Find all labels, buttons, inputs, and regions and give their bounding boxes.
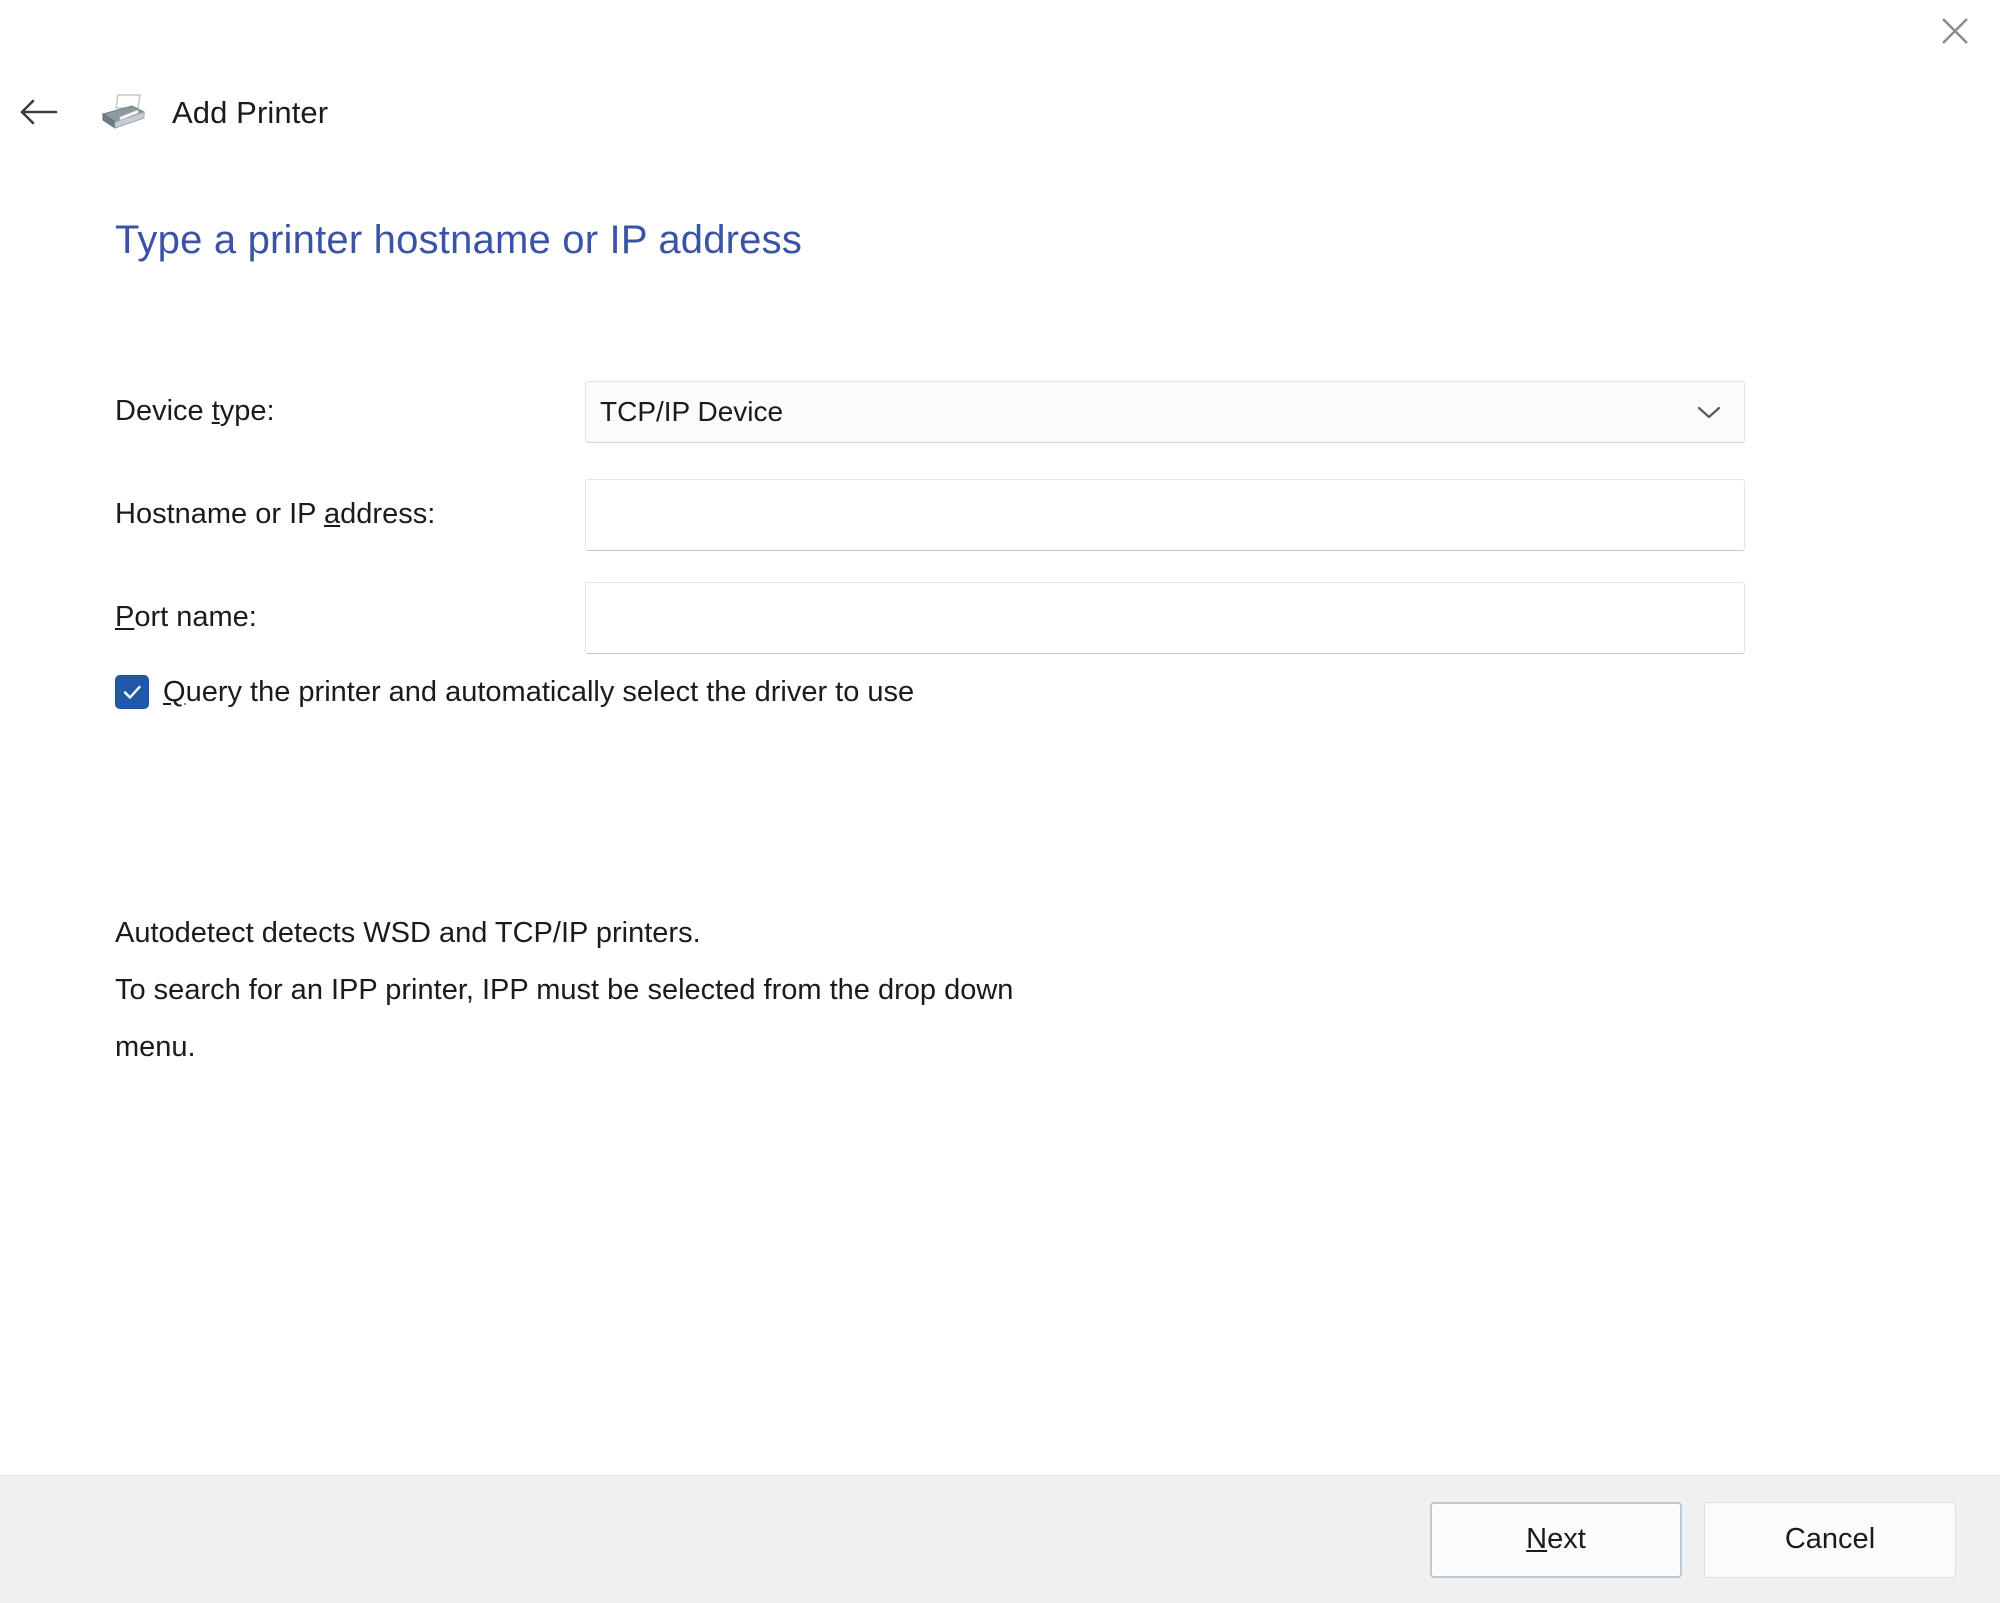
titlebar — [0, 0, 2000, 74]
query-printer-checkbox[interactable] — [115, 675, 149, 709]
form-row-hostname: Hostname or IP address: — [0, 463, 2000, 566]
page-title: Type a printer hostname or IP address — [115, 218, 803, 262]
device-type-field-wrap: TCP/IP Device — [585, 380, 1745, 443]
close-icon — [1938, 14, 1972, 48]
help-text-line-2: To search for an IPP printer, IPP must b… — [115, 974, 1014, 1006]
hostname-input[interactable] — [585, 478, 1745, 551]
dialog-header: Add Printer — [0, 84, 328, 142]
back-button[interactable] — [6, 85, 74, 141]
printer-form: Device type: TCP/IP Device Hostname or I… — [0, 360, 2000, 669]
cancel-button[interactable]: Cancel — [1704, 1501, 1956, 1578]
device-type-label: Device type: — [115, 395, 275, 427]
arrow-left-icon — [18, 95, 62, 132]
next-button[interactable]: Next — [1430, 1501, 1682, 1578]
checkmark-icon — [120, 680, 144, 704]
help-text: Autodetect detects WSD and TCP/IP printe… — [115, 905, 1415, 1076]
window-title: Add Printer — [172, 95, 329, 130]
printer-icon — [96, 90, 150, 136]
port-name-label: Port name: — [115, 601, 257, 633]
help-text-line-3: menu. — [115, 1031, 196, 1063]
hostname-label: Hostname or IP address: — [115, 498, 436, 530]
add-printer-window: Add Printer Type a printer hostname or I… — [0, 0, 2000, 1603]
dialog-footer: Next Cancel — [0, 1475, 2000, 1603]
form-row-device-type: Device type: TCP/IP Device — [0, 360, 2000, 463]
hostname-field-wrap — [585, 478, 1745, 551]
device-type-value: TCP/IP Device — [600, 395, 784, 427]
port-name-input[interactable] — [585, 581, 1745, 654]
form-row-port-name: Port name: — [0, 566, 2000, 669]
port-name-field-wrap — [585, 581, 1745, 654]
chevron-down-icon — [1696, 404, 1722, 420]
dialog-content: Type a printer hostname or IP address De… — [0, 160, 2000, 1475]
device-type-dropdown[interactable]: TCP/IP Device — [585, 380, 1745, 443]
help-text-line-1: Autodetect detects WSD and TCP/IP printe… — [115, 917, 701, 949]
query-printer-checkbox-label: Query the printer and automatically sele… — [163, 675, 915, 708]
query-printer-checkbox-row[interactable]: Query the printer and automatically sele… — [115, 675, 914, 709]
close-button[interactable] — [1910, 0, 2000, 62]
